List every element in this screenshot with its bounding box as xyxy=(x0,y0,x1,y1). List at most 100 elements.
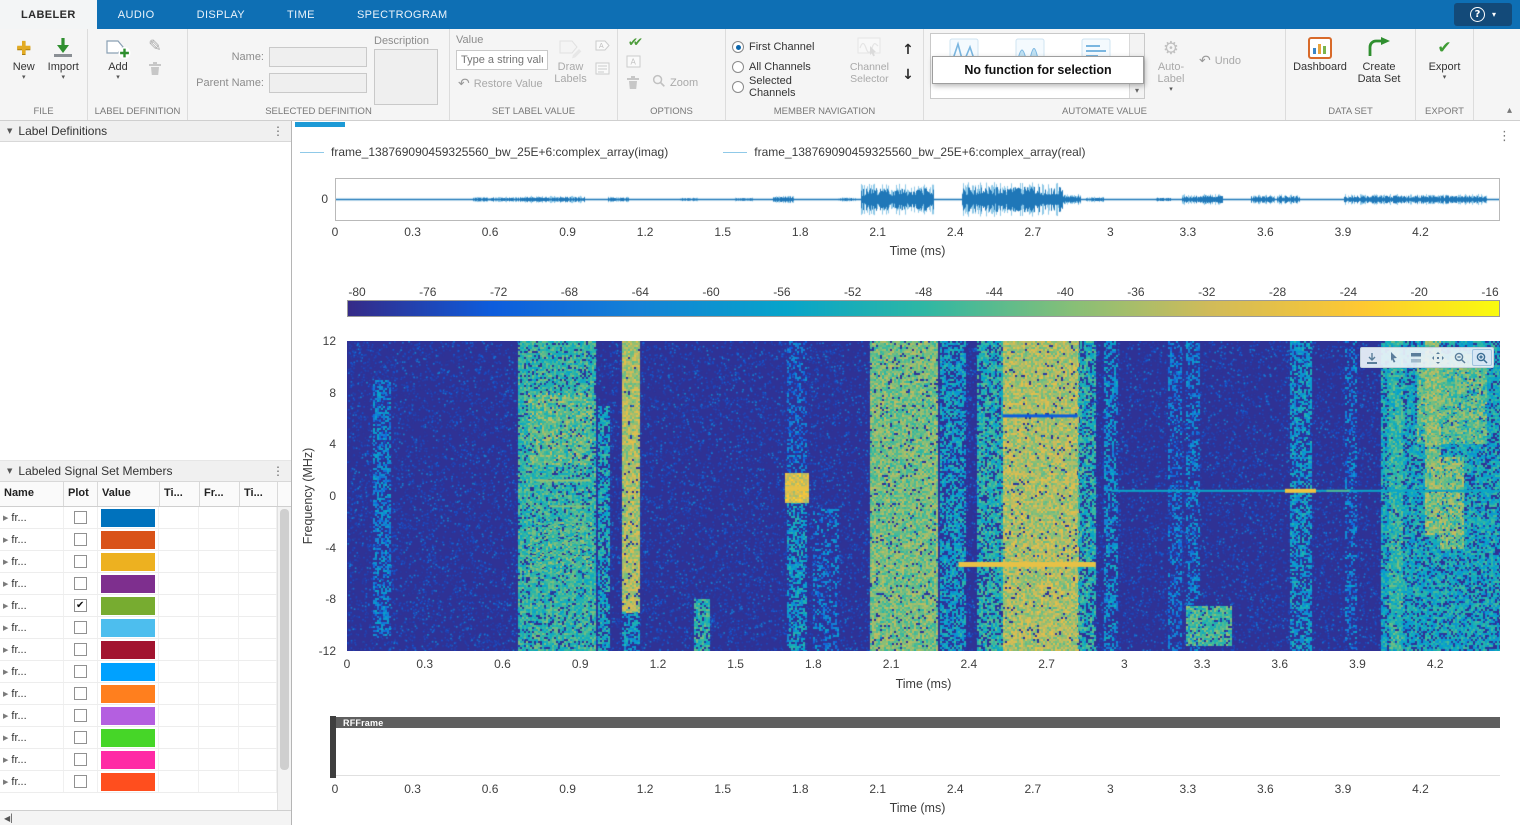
toolstrip-collapse-button[interactable]: ▴ xyxy=(1507,106,1512,116)
member-row[interactable]: ▶fr... xyxy=(0,705,277,727)
plot-checkbox[interactable] xyxy=(74,555,87,568)
expand-triangle-icon[interactable]: ▶ xyxy=(3,558,8,566)
next-member-button[interactable]: ↓ xyxy=(899,66,917,83)
expand-triangle-icon[interactable]: ▶ xyxy=(3,690,8,698)
create-data-set-button[interactable]: Create Data Set xyxy=(1352,33,1406,85)
plot-checkbox[interactable] xyxy=(74,511,87,524)
export-plot-icon[interactable] xyxy=(1362,349,1382,366)
member-row[interactable]: ▶fr... xyxy=(0,507,277,529)
expand-triangle-icon[interactable]: ▶ xyxy=(3,668,8,676)
auto-label-button[interactable]: ⚙ Auto-Label ▾ xyxy=(1149,33,1193,94)
column-header[interactable]: Plot xyxy=(64,482,98,506)
radio-selected-channels[interactable]: Selected Channels xyxy=(732,79,840,95)
expand-triangle-icon[interactable]: ▶ xyxy=(3,514,8,522)
expand-triangle-icon[interactable]: ▶ xyxy=(3,778,8,786)
column-header[interactable]: Ti... xyxy=(240,482,278,506)
expand-triangle-icon[interactable]: ▶ xyxy=(3,536,8,544)
import-button[interactable]: Import ▾ xyxy=(46,33,82,82)
collapse-left-icon[interactable]: ◀ xyxy=(4,814,10,823)
draw-labels-button[interactable]: Draw Labels xyxy=(552,33,589,85)
add-label-definition-button[interactable]: Add ▾ xyxy=(94,33,142,82)
column-header[interactable]: Fr... xyxy=(200,482,240,506)
member-row[interactable]: ▶fr... xyxy=(0,749,277,771)
member-row[interactable]: ▶fr... xyxy=(0,771,277,793)
tab-display[interactable]: DISPLAY xyxy=(176,0,266,29)
plot-checkbox[interactable] xyxy=(74,577,87,590)
scrollbar-thumb[interactable] xyxy=(280,509,289,770)
tab-labeler[interactable]: LABELER xyxy=(0,0,97,29)
zoom-button[interactable]: Zoom xyxy=(650,73,700,92)
zoom-out-icon[interactable] xyxy=(1450,349,1470,366)
restore-value-button[interactable]: ↶ Restore Value xyxy=(456,74,548,93)
member-row[interactable]: ▶fr... xyxy=(0,617,277,639)
display-options-icon[interactable]: A xyxy=(624,53,642,70)
expand-triangle-icon[interactable]: ▶ xyxy=(3,712,8,720)
member-row[interactable]: ▶fr... xyxy=(0,573,277,595)
member-row[interactable]: ▶fr... xyxy=(0,551,277,573)
delete-labels-icon[interactable] xyxy=(624,74,642,91)
expand-triangle-icon[interactable]: ▶ xyxy=(3,624,8,632)
plot-checkbox[interactable] xyxy=(74,753,87,766)
label-text-icon[interactable]: A xyxy=(593,37,611,54)
name-field[interactable] xyxy=(269,47,367,67)
panner-handle[interactable] xyxy=(330,716,336,778)
member-row[interactable]: ▶fr... xyxy=(0,661,277,683)
new-button[interactable]: ✚ New ▾ xyxy=(6,33,42,82)
members-header[interactable]: ▼ Labeled Signal Set Members ⋮ xyxy=(0,461,291,482)
panel-menu-icon[interactable]: ⋮ xyxy=(272,464,284,478)
tab-time[interactable]: TIME xyxy=(266,0,336,29)
expand-triangle-icon[interactable]: ▶ xyxy=(3,602,8,610)
plot-checkbox[interactable] xyxy=(74,643,87,656)
spectrogram-plot[interactable] xyxy=(347,341,1500,651)
help-button[interactable]: ? ▾ xyxy=(1454,3,1512,26)
undo-button[interactable]: ↶ Undo xyxy=(1197,51,1243,70)
label-list-icon[interactable] xyxy=(593,60,611,77)
panel-menu-icon[interactable]: ⋮ xyxy=(272,124,284,138)
column-header[interactable]: Value xyxy=(98,482,160,506)
previous-member-button[interactable]: ↑ xyxy=(899,41,917,58)
pointer-icon[interactable] xyxy=(1384,349,1404,366)
plot-checkbox[interactable] xyxy=(74,687,87,700)
description-field[interactable] xyxy=(374,49,438,105)
zoom-in-icon[interactable] xyxy=(1472,349,1492,366)
member-row[interactable]: ▶fr... xyxy=(0,683,277,705)
radio-first-channel[interactable]: First Channel xyxy=(732,39,840,55)
figure-tab-indicator[interactable] xyxy=(295,122,345,127)
member-row[interactable]: ▶fr...✔ xyxy=(0,595,277,617)
spectrogram-canvas[interactable] xyxy=(347,341,1500,651)
column-header[interactable]: Name xyxy=(0,482,64,506)
members-scrollbar[interactable] xyxy=(277,507,291,810)
plot-checkbox[interactable] xyxy=(74,533,87,546)
plot-checkbox[interactable] xyxy=(74,731,87,744)
delete-definition-icon[interactable] xyxy=(146,60,164,77)
plot-checkbox[interactable]: ✔ xyxy=(74,599,87,612)
panner-body[interactable] xyxy=(335,728,1500,776)
export-button[interactable]: ✔ Export ▾ xyxy=(1422,33,1467,82)
expand-triangle-icon[interactable]: ▶ xyxy=(3,646,8,654)
value-input[interactable] xyxy=(456,50,548,70)
dashboard-button[interactable]: Dashboard xyxy=(1292,33,1348,73)
member-row[interactable]: ▶fr... xyxy=(0,639,277,661)
panner-header[interactable]: RFFrame xyxy=(335,717,1500,728)
plot-menu-icon[interactable]: ⋮ xyxy=(1498,129,1511,144)
waveform-canvas[interactable] xyxy=(336,179,1499,220)
brush-icon[interactable] xyxy=(1406,349,1426,366)
expand-triangle-icon[interactable]: ▶ xyxy=(3,734,8,742)
pan-icon[interactable] xyxy=(1428,349,1448,366)
column-header[interactable]: Ti... xyxy=(160,482,200,506)
member-row[interactable]: ▶fr... xyxy=(0,529,277,551)
expand-triangle-icon[interactable]: ▶ xyxy=(3,756,8,764)
accept-all-icon[interactable]: ✔✔ xyxy=(624,33,642,50)
waveform-plot[interactable] xyxy=(335,178,1500,221)
plot-checkbox[interactable] xyxy=(74,709,87,722)
tab-audio[interactable]: AUDIO xyxy=(97,0,176,29)
panner[interactable]: RFFrame xyxy=(335,717,1500,777)
label-definitions-header[interactable]: ▼ Label Definitions ⋮ xyxy=(0,121,291,142)
channel-selector-button[interactable]: Channel Selector xyxy=(844,33,895,85)
plot-checkbox[interactable] xyxy=(74,665,87,678)
expand-triangle-icon[interactable]: ▶ xyxy=(3,580,8,588)
member-row[interactable]: ▶fr... xyxy=(0,727,277,749)
tab-spectrogram[interactable]: SPECTROGRAM xyxy=(336,0,469,29)
plot-checkbox[interactable] xyxy=(74,775,87,788)
edit-definition-icon[interactable]: ✎ xyxy=(146,37,164,54)
